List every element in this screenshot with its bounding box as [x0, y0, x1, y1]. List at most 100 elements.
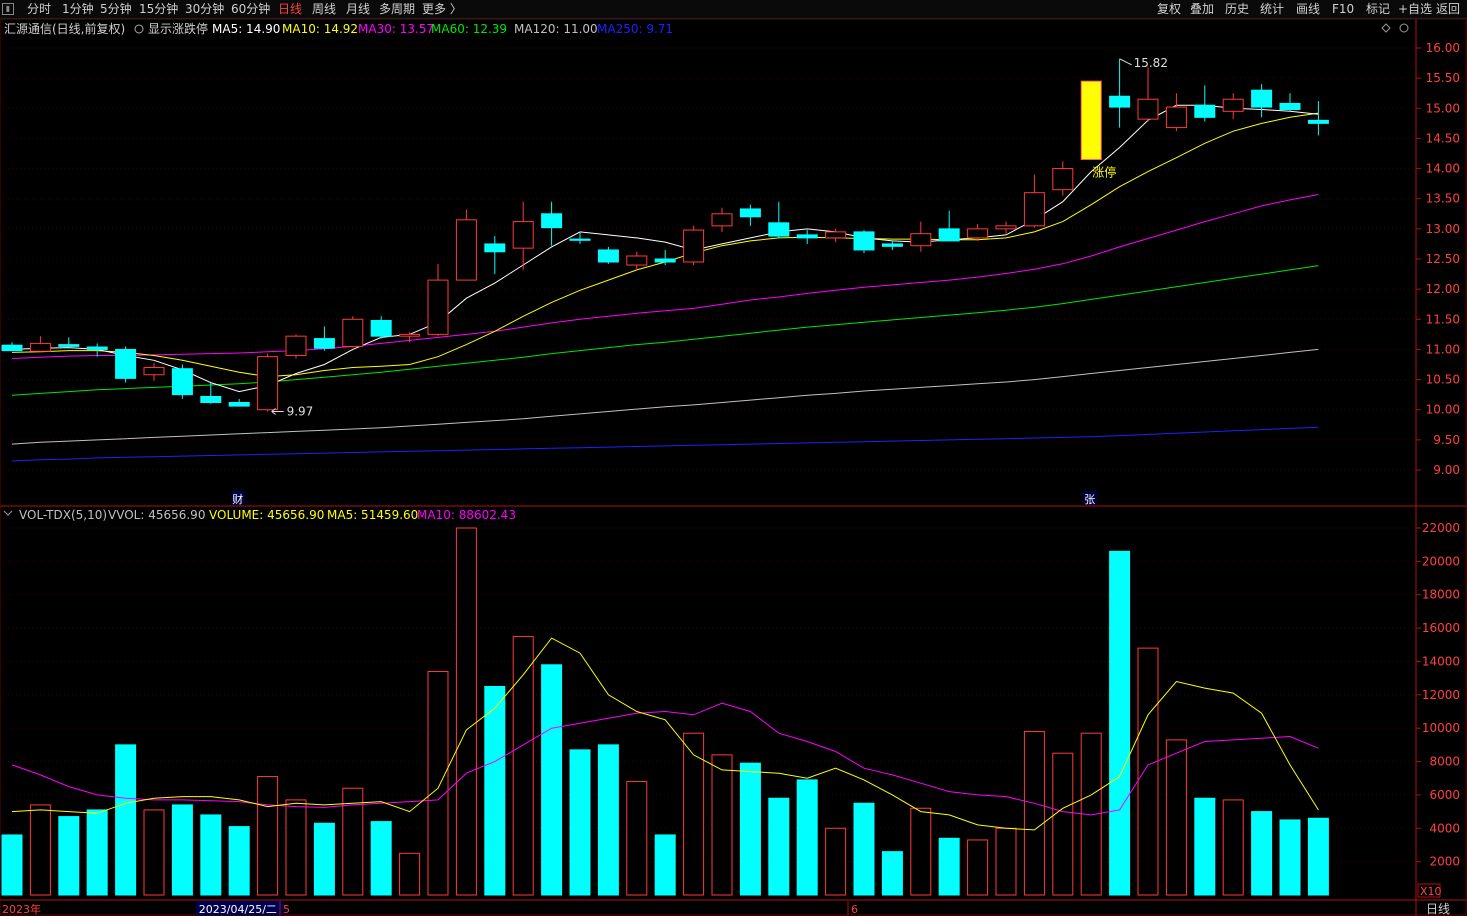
candle — [143, 362, 165, 381]
volume-tick-label: 6000 — [1429, 788, 1460, 802]
volume-unit-label: X10 — [1420, 885, 1442, 898]
volume-bar — [967, 839, 989, 896]
candle-body — [115, 348, 137, 379]
candle-body — [1, 344, 23, 352]
candle — [115, 346, 137, 383]
candle — [427, 263, 449, 337]
tool-button-3[interactable]: 统计 — [1260, 1, 1284, 17]
candle — [853, 230, 875, 253]
candle — [569, 231, 591, 244]
tool-button-7[interactable]: +自选 — [1398, 1, 1432, 17]
candle — [1, 342, 23, 352]
candle-body — [853, 231, 875, 251]
period-tab-10[interactable]: 更多 〉 — [422, 1, 462, 17]
volume-bar — [484, 685, 506, 896]
candle-body — [626, 255, 648, 266]
ma-line-ma10 — [11, 112, 1319, 378]
period-tab-0[interactable]: 分时 — [27, 1, 51, 17]
time-label: 2023年 — [2, 902, 41, 916]
candle — [1222, 93, 1244, 120]
period-tab-8[interactable]: 月线 — [346, 1, 370, 17]
price-tick-label: 14.00 — [1426, 162, 1460, 176]
kline-chart[interactable]: 汇源通信(日线,前复权) 显示涨跌停 MA5: 14.90 MA10: 14.92 MA… — [0, 19, 1467, 916]
candle-body — [399, 333, 421, 337]
volume-tick-label: 18000 — [1422, 588, 1460, 602]
volume-bar — [1194, 797, 1216, 896]
candle — [1251, 84, 1273, 118]
volume-bar — [569, 749, 591, 896]
candle — [881, 240, 903, 250]
candlesticks — [1, 58, 1329, 412]
candle-body — [881, 243, 903, 247]
ma-header-5: MA250: 9.71 — [597, 22, 673, 36]
candle-body — [683, 229, 705, 263]
candle — [29, 336, 51, 353]
volume-bar — [115, 744, 137, 896]
volume-bar — [825, 827, 847, 896]
diamond-icon — [1381, 23, 1391, 33]
price-tick-label: 10.50 — [1426, 373, 1460, 387]
tool-button-2[interactable]: 历史 — [1225, 1, 1249, 17]
period-tab-9[interactable]: 多周期 — [379, 1, 415, 17]
candle-body — [569, 238, 591, 241]
tool-button-4[interactable]: 画线 — [1296, 1, 1320, 17]
candle-body — [228, 401, 250, 407]
volume-bar — [171, 804, 193, 896]
candle-body — [285, 335, 307, 356]
volume-bar — [143, 809, 165, 896]
volume-bar — [626, 781, 648, 896]
period-tab-2[interactable]: 5分钟 — [100, 1, 132, 17]
candle — [711, 207, 733, 232]
settings-circle-icon — [1399, 23, 1409, 33]
volume-tick-label: 16000 — [1422, 621, 1460, 635]
volume-tick-label: 2000 — [1429, 855, 1460, 869]
candle-body — [171, 368, 193, 396]
tool-button-0[interactable]: 复权 — [1157, 1, 1181, 17]
period-tab-3[interactable]: 15分钟 — [139, 1, 178, 17]
tool-button-6[interactable]: 标记 — [1366, 1, 1390, 17]
volume-bar — [1165, 739, 1187, 896]
price-tick-label: 12.50 — [1426, 252, 1460, 266]
ma-header-2: MA30: 13.57 — [358, 22, 434, 36]
tool-button-1[interactable]: 叠加 — [1190, 1, 1214, 17]
ma-header-3: MA60: 12.39 — [431, 22, 507, 36]
price-grid — [0, 47, 1416, 863]
period-tab-1[interactable]: 1分钟 — [62, 1, 94, 17]
volume-bar — [853, 802, 875, 896]
price-tick-label: 13.50 — [1426, 192, 1460, 206]
volume-bar — [1109, 550, 1131, 896]
candle-body — [1080, 80, 1102, 161]
limit-toggle-label: 显示涨跌停 — [148, 21, 208, 36]
candle-body — [1165, 106, 1187, 129]
chevron-down-icon — [3, 510, 13, 516]
candle-body — [1052, 168, 1074, 191]
price-tick-label: 11.50 — [1426, 312, 1460, 326]
candle — [1279, 93, 1301, 112]
tool-button-5[interactable]: F10 — [1332, 1, 1354, 17]
period-tab-5[interactable]: 60分钟 — [231, 1, 270, 17]
volume-bar — [683, 732, 705, 896]
period-tab-7[interactable]: 周线 — [312, 1, 336, 17]
candle — [1080, 80, 1102, 161]
price-tick-label: 15.50 — [1426, 71, 1460, 85]
volume-bar — [1251, 811, 1273, 896]
candle — [512, 201, 534, 270]
price-tick-label: 10.00 — [1426, 403, 1460, 417]
volume-bar — [654, 834, 676, 896]
candle — [313, 326, 335, 351]
tool-button-8[interactable]: 返回 — [1436, 1, 1460, 17]
volume-tick-label: 20000 — [1422, 554, 1460, 568]
volume-bar — [29, 804, 51, 896]
top-toolbar: ▮ 分时 1分钟 5分钟 15分钟 30分钟 60分钟 日线 周线 月线 多周期 更多 〉 复权 叠加… — [0, 0, 1467, 19]
volume-tick-label: 8000 — [1429, 755, 1460, 769]
period-tab-4[interactable]: 30分钟 — [185, 1, 224, 17]
period-tab-6[interactable]: 日线 — [278, 1, 302, 17]
event-marker: 财 — [232, 492, 243, 506]
candle — [626, 251, 648, 270]
collapse-toggle-icon[interactable]: ▮ — [2, 3, 14, 15]
candle — [455, 209, 477, 281]
candle — [938, 210, 960, 242]
volume-bar — [1052, 752, 1074, 896]
volume-bar — [1, 834, 23, 896]
volume-bar — [370, 821, 392, 896]
